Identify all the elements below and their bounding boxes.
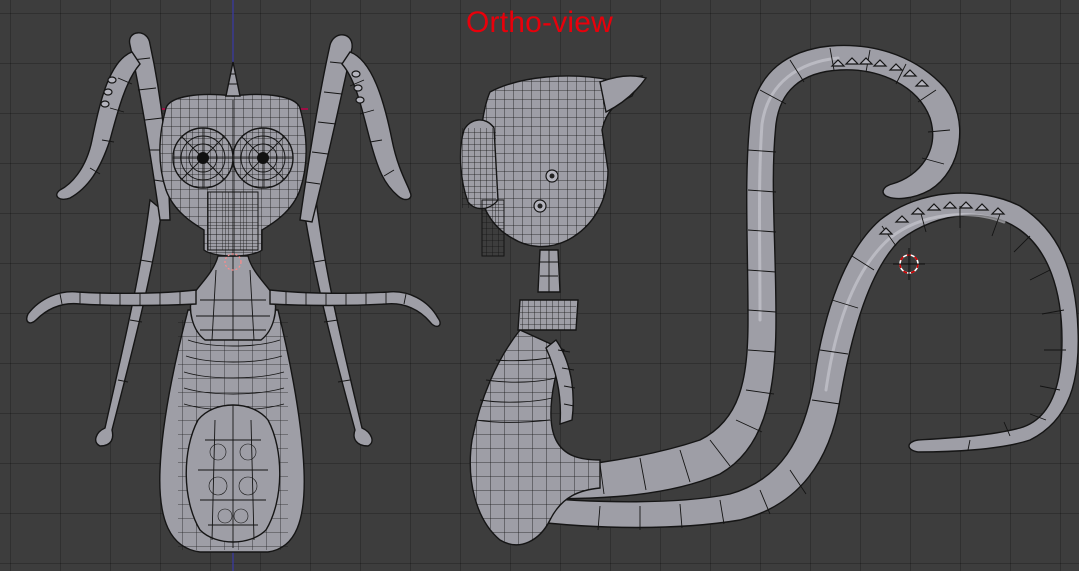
front-view-model[interactable]: [26, 32, 441, 553]
3d-viewport[interactable]: Ortho-view: [0, 0, 1079, 571]
front-torso: [189, 255, 277, 341]
front-body: [159, 309, 305, 553]
side-view-model[interactable]: [459, 44, 1079, 546]
side-head: [459, 75, 648, 257]
model-canvas: [26, 0, 1079, 571]
front-head: [159, 61, 307, 257]
side-neck: [517, 249, 579, 331]
3d-cursor-icon[interactable]: [893, 248, 925, 280]
